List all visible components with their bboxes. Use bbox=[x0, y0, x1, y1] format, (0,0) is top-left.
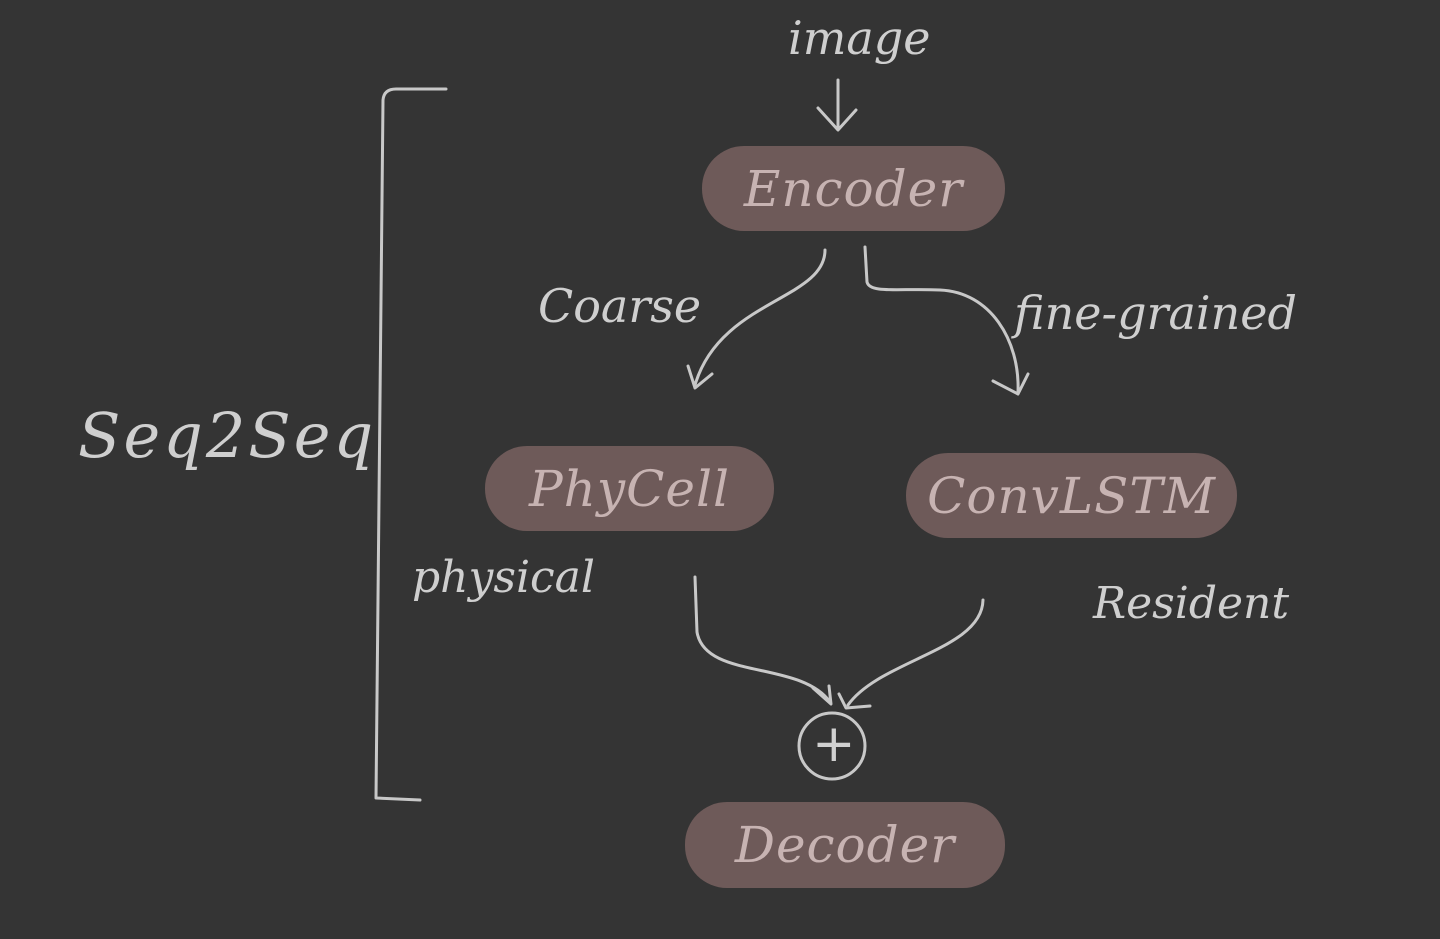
seq2seq-bracket bbox=[374, 87, 448, 802]
fine-grained-arrow bbox=[863, 245, 1020, 394]
encoder-label: Encoder bbox=[743, 159, 964, 218]
convlstm-node: ConvLSTM bbox=[906, 453, 1237, 538]
physical-label: physical bbox=[412, 552, 595, 603]
image-label: image bbox=[788, 11, 931, 65]
seq2seq-label: Seq2Seq bbox=[78, 399, 377, 472]
physical-arrow-head bbox=[811, 684, 833, 706]
fine-grained-label: fine-grained bbox=[1014, 286, 1297, 340]
coarse-arrow bbox=[693, 248, 827, 387]
convlstm-label: ConvLSTM bbox=[927, 466, 1216, 525]
fine-grained-arrow-head bbox=[991, 372, 1030, 396]
phycell-node: PhyCell bbox=[485, 446, 774, 531]
decoder-node: Decoder bbox=[685, 802, 1005, 888]
coarse-label: Coarse bbox=[538, 279, 702, 333]
encoder-node: Encoder bbox=[702, 146, 1005, 231]
resident-label: Resident bbox=[1093, 578, 1290, 629]
combine-symbol: + bbox=[812, 714, 856, 774]
resident-arrow bbox=[846, 598, 985, 707]
phycell-label: PhyCell bbox=[529, 459, 730, 518]
decoder-label: Decoder bbox=[734, 816, 956, 874]
diagram-canvas: + image Seq2Seq Coarse fine-grained phys… bbox=[0, 0, 1440, 939]
physical-arrow bbox=[693, 575, 832, 704]
